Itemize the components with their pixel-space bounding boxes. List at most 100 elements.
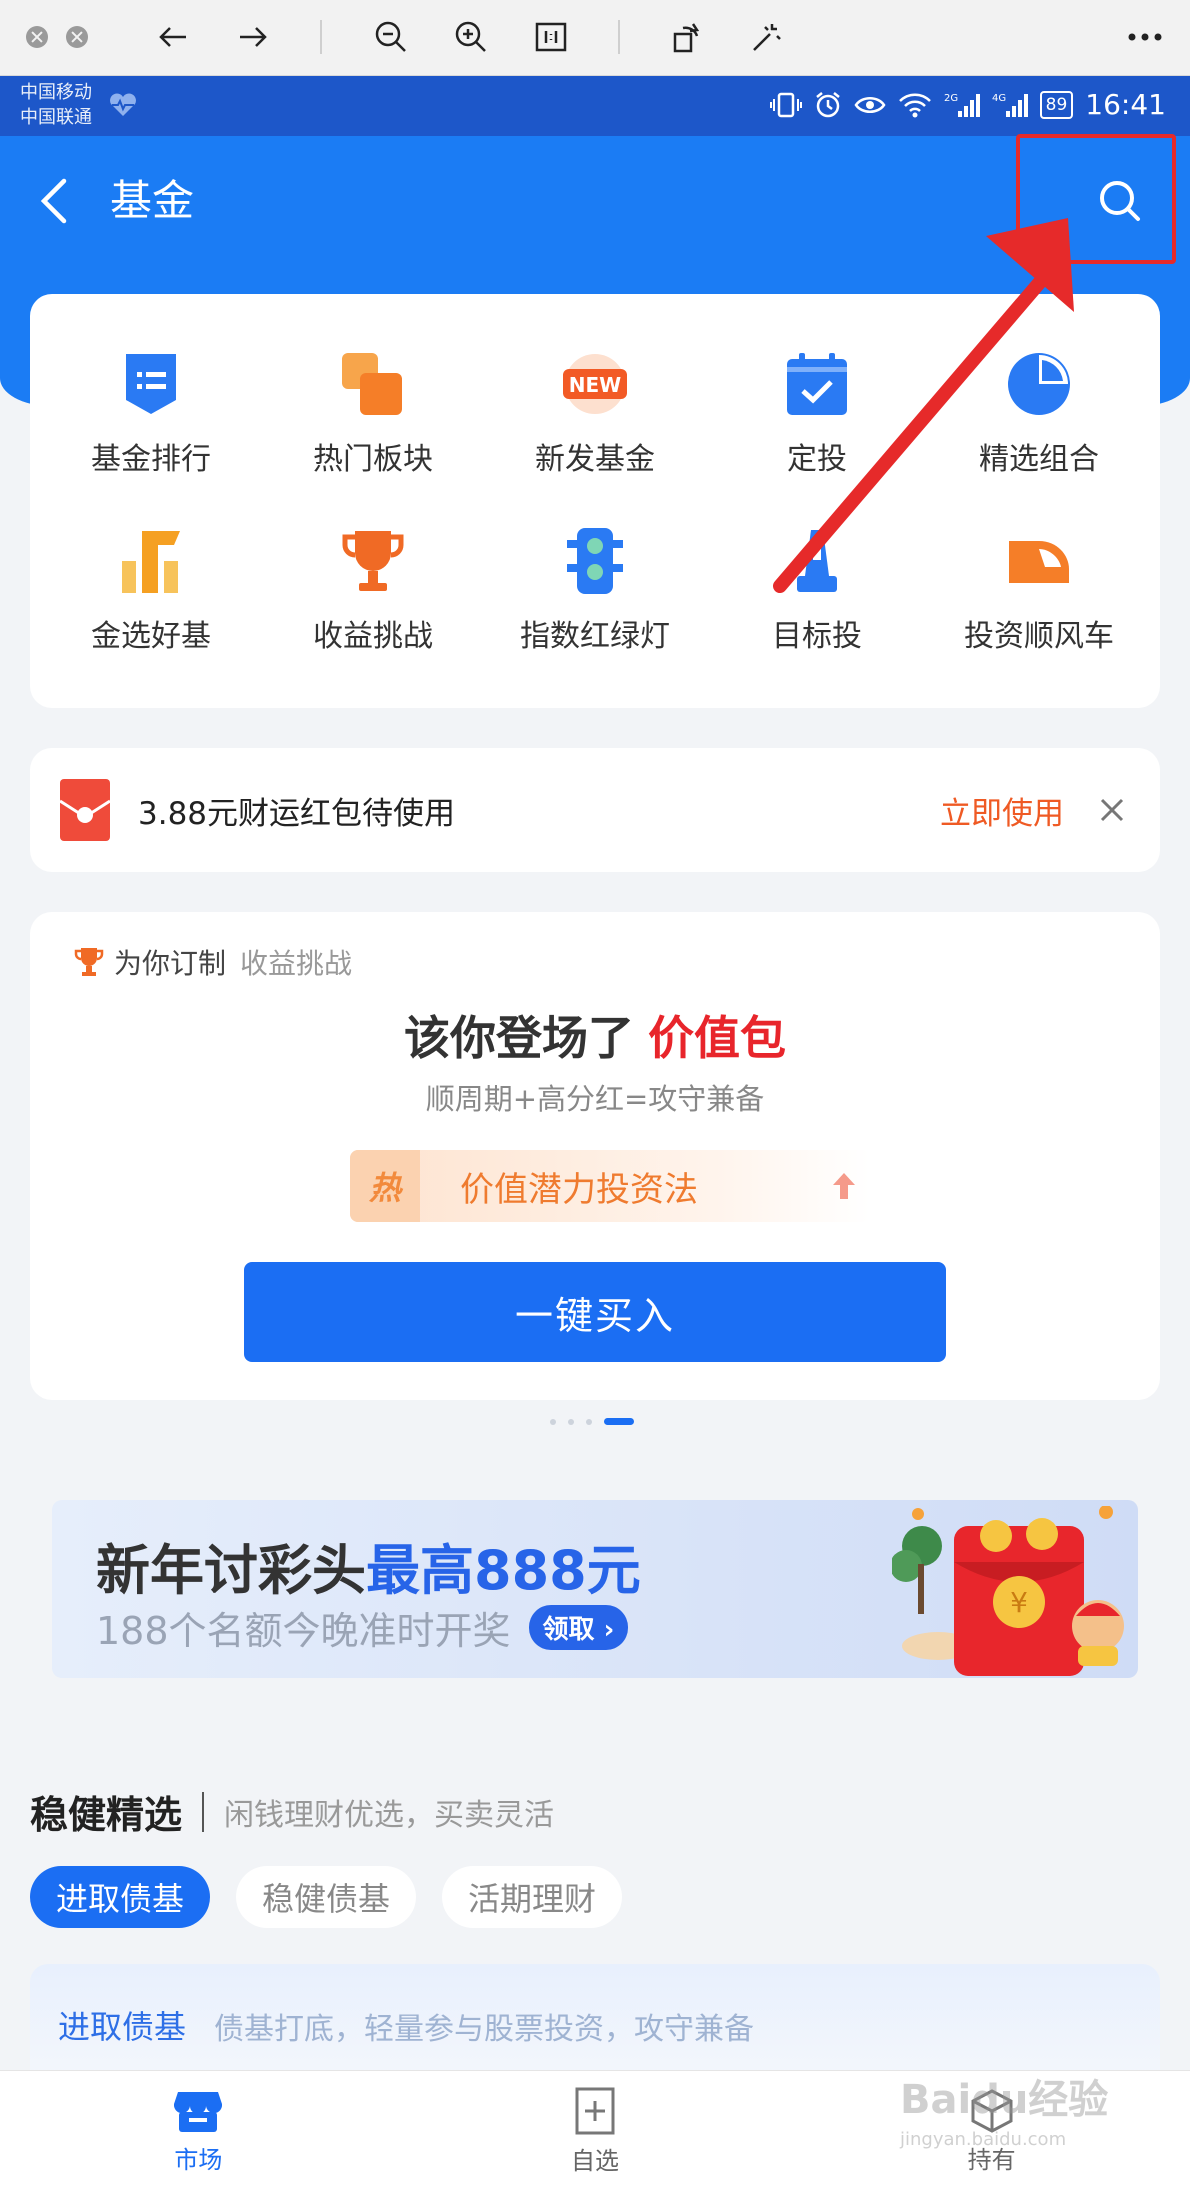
chip-aggressive-bond[interactable]: 进取债基 <box>30 1866 211 1928</box>
rotate-icon[interactable] <box>666 16 708 58</box>
promo-text: 3.88元财运红包待使用 <box>138 795 456 832</box>
section-title: 稳健精选 <box>30 1793 183 1837</box>
banner-subtitle-row: 188个名额今晚准时开奖 领取 › <box>96 1600 629 1655</box>
traffic-light-icon <box>567 527 623 594</box>
grid-item-curated-portfolio[interactable]: 精选组合 <box>928 324 1150 501</box>
svg-text:¥: ¥ <box>1010 1586 1028 1619</box>
new-year-banner[interactable]: 新年讨彩头最高888元 188个名额今晚准时开奖 领取 › ¥ <box>52 1500 1138 1678</box>
carrier-2: 中国联通 <box>20 107 92 128</box>
banner-title-blue: 最高888元 <box>366 1539 641 1602</box>
grid-item-return-challenge[interactable]: 收益挑战 <box>262 501 484 678</box>
grid-item-invest-ride[interactable]: 投资顺风车 <box>928 501 1150 678</box>
health-heart-icon <box>110 93 136 116</box>
category-card-title: 进取债基 <box>58 2008 187 2046</box>
banner-title-dark: 新年讨彩头 <box>96 1539 366 1602</box>
section-title-row: 稳健精选 闲钱理财优选，买卖灵活 <box>30 1784 554 1839</box>
feature-description: 顺周期+高分红=攻守兼备 <box>425 1082 765 1116</box>
new-badge-icon: NEW <box>563 353 627 414</box>
grid-item-index-traffic-light[interactable]: 指数红绿灯 <box>484 501 706 678</box>
red-packet-promo[interactable]: 3.88元财运红包待使用 立即使用 <box>30 748 1160 872</box>
pie-chart-icon <box>1008 352 1070 415</box>
feature-grid: 基金排行 热门板块 NEW 新发基金 定投 精选组合 金选好基 收益挑战 指数红… <box>30 294 1160 708</box>
close-icon <box>1100 798 1124 822</box>
red-envelope-illustration: ¥ <box>892 1506 1124 1676</box>
battery-level: 89 <box>1039 90 1074 119</box>
market-store-icon <box>174 2092 223 2132</box>
page-title: 基金 <box>110 176 195 225</box>
arrow-up-icon <box>833 1173 855 1199</box>
grid-item-fixed-investment[interactable]: 定投 <box>706 324 928 501</box>
carrier-names: 中国移动 中国联通 <box>20 80 92 130</box>
grid-item-gold-picks[interactable]: 金选好基 <box>40 501 262 678</box>
calendar-check-icon <box>787 352 847 415</box>
feature-subtag: 收益挑战 <box>240 947 353 980</box>
banner-title: 新年讨彩头最高888元 <box>96 1526 641 1605</box>
hot-sectors-icon <box>342 352 402 415</box>
alarm-icon <box>815 91 840 117</box>
one-click-buy-button[interactable]: 一键买入 <box>244 1262 946 1362</box>
grid-item-label: 收益挑战 <box>313 618 433 654</box>
back-button[interactable] <box>30 166 80 236</box>
grid-item-new-funds[interactable]: NEW 新发基金 <box>484 324 706 501</box>
nav-item-holdings[interactable]: 持有 <box>793 2071 1190 2192</box>
stop-icon[interactable] <box>66 26 88 48</box>
annotation-highlight-box <box>1016 134 1176 264</box>
ranking-list-icon <box>126 353 176 414</box>
holdings-icon <box>971 2089 1013 2133</box>
claim-button[interactable]: 领取 › <box>528 1605 629 1650</box>
feature-header: 为你订制 收益挑战 <box>74 942 352 982</box>
category-chips: 进取债基 稳健债基 活期理财 <box>30 1866 623 1928</box>
feature-title-highlight: 价值包 <box>648 1011 786 1065</box>
grid-item-target-invest[interactable]: 目标投 <box>706 501 928 678</box>
forward-arrow-icon[interactable] <box>232 16 274 58</box>
gold-fund-icon <box>122 530 180 593</box>
feature-title: 该你登场了 价值包 <box>30 1002 1160 1068</box>
grid-item-label: 目标投 <box>772 618 862 654</box>
signal-4g-icon: 4G <box>992 93 1028 117</box>
carrier-1: 中国移动 <box>20 82 92 103</box>
hot-strategy-text: 价值潜力投资法 <box>460 1169 698 1210</box>
actual-size-icon[interactable] <box>530 16 572 58</box>
section-divider <box>202 1791 205 1832</box>
hot-strategy-strip[interactable]: 热 价值潜力投资法 <box>350 1150 870 1222</box>
pager-dot-active <box>604 1418 634 1425</box>
grid-item-label: 新发基金 <box>535 441 655 477</box>
more-options-icon[interactable] <box>1124 16 1166 58</box>
promo-close-button[interactable] <box>1094 792 1130 828</box>
grid-item-label: 金选好基 <box>91 618 211 654</box>
grid-item-label: 定投 <box>787 441 847 477</box>
carousel-pager <box>550 1418 634 1425</box>
category-card-desc: 债基打底，轻量参与股票投资，攻守兼备 <box>214 2012 754 2047</box>
pager-dot <box>586 1418 592 1425</box>
svg-text:2G: 2G <box>944 93 958 104</box>
grid-item-label: 投资顺风车 <box>964 618 1114 654</box>
signal-2g-icon: 2G <box>944 93 980 117</box>
chip-stable-bond[interactable]: 稳健债基 <box>236 1866 417 1928</box>
nav-item-watchlist[interactable]: 自选 <box>397 2071 794 2192</box>
back-arrow-icon[interactable] <box>152 16 194 58</box>
zoom-out-icon[interactable] <box>370 16 412 58</box>
feature-title-main: 该你登场了 <box>404 1011 634 1065</box>
grid-item-label: 精选组合 <box>979 441 1099 477</box>
chip-current-wealth[interactable]: 活期理财 <box>442 1866 623 1928</box>
zoom-in-icon[interactable] <box>450 16 492 58</box>
trophy-icon <box>342 530 404 591</box>
svg-text:NEW: NEW <box>569 373 621 397</box>
grid-item-label: 热门板块 <box>313 441 433 477</box>
pager-dot <box>568 1418 574 1425</box>
trophy-icon <box>74 948 104 976</box>
grid-item-fund-ranking[interactable]: 基金排行 <box>40 324 262 501</box>
nav-label: 市场 <box>174 2146 223 2174</box>
nav-item-market[interactable]: 市场 <box>0 2071 397 2192</box>
vibrate-icon <box>769 92 802 117</box>
use-now-link[interactable]: 立即使用 <box>940 788 1064 833</box>
close-window-icon[interactable] <box>26 26 48 48</box>
red-packet-icon <box>60 779 110 841</box>
grid-item-hot-sectors[interactable]: 热门板块 <box>262 324 484 501</box>
svg-text:4G: 4G <box>992 93 1006 104</box>
status-bar: 中国移动 中国联通 2G 4G 89 16:41 <box>0 76 1190 136</box>
grid-item-label: 基金排行 <box>91 441 211 477</box>
chevron-left-icon <box>40 178 67 224</box>
clock-time: 16:41 <box>1085 88 1166 121</box>
magic-wand-icon[interactable] <box>746 16 788 58</box>
